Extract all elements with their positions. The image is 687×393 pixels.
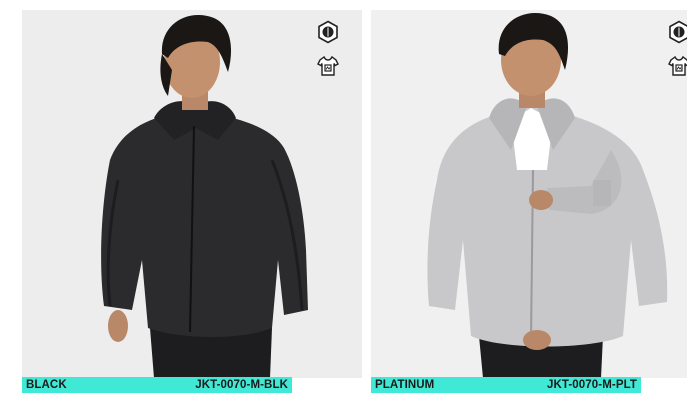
product-color-name: BLACK — [26, 379, 67, 391]
model-black-jacket-image — [22, 10, 362, 378]
tshirt-tag-icon[interactable] — [316, 54, 340, 78]
product-photo-black[interactable] — [22, 10, 362, 378]
product-photo-platinum[interactable] — [371, 10, 687, 378]
product-card-black[interactable]: BLACK JKT-0070-M-BLK — [22, 10, 362, 393]
product-card-platinum[interactable]: PLATINUM JKT-0070-M-PLT — [371, 10, 687, 393]
product-color-name: PLATINUM — [375, 379, 435, 391]
product-sku: JKT-0070-M-PLT — [546, 379, 637, 391]
model-platinum-jacket-image — [371, 10, 687, 378]
product-grid: BLACK JKT-0070-M-BLK PLATINUM JKT-0070-M… — [0, 0, 687, 393]
shield-leaf-icon[interactable] — [667, 20, 687, 44]
product-caption-bar: PLATINUM JKT-0070-M-PLT — [371, 377, 641, 393]
shield-leaf-icon[interactable] — [316, 20, 340, 44]
tshirt-tag-icon[interactable] — [667, 54, 687, 78]
product-sku: JKT-0070-M-BLK — [195, 379, 288, 391]
product-caption-bar: BLACK JKT-0070-M-BLK — [22, 377, 292, 393]
